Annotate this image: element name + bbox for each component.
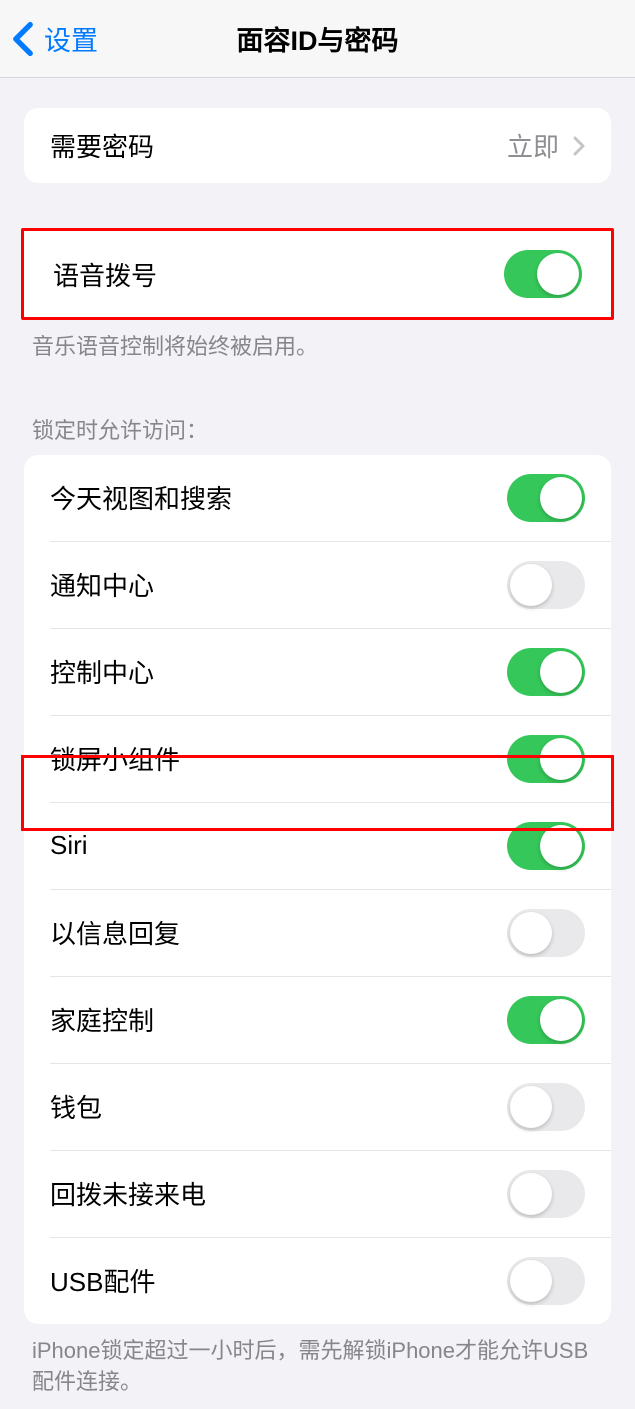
today-view-toggle[interactable] <box>507 474 585 522</box>
control-center-toggle[interactable] <box>507 648 585 696</box>
usb-accessories-toggle[interactable] <box>507 1257 585 1305</box>
usb-footer: iPhone锁定超过一小时后，需先解锁iPhone才能允许USB配件连接。 <box>0 1324 635 1409</box>
page-title: 面容ID与密码 <box>237 19 399 58</box>
notification-center-toggle[interactable] <box>507 561 585 609</box>
require-passcode-group: 需要密码 立即 <box>24 108 611 183</box>
home-control-label: 家庭控制 <box>50 1001 154 1038</box>
usb-accessories-row: USB配件 <box>24 1238 611 1324</box>
require-passcode-value: 立即 <box>507 127 559 164</box>
home-control-toggle[interactable] <box>507 996 585 1044</box>
return-calls-label: 回拨未接来电 <box>50 1175 206 1212</box>
back-label: 设置 <box>44 19 98 58</box>
voice-dial-footer: 音乐语音控制将始终被启用。 <box>0 320 635 375</box>
lock-widgets-row: 锁屏小组件 <box>24 716 611 802</box>
nav-header: 设置 面容ID与密码 <box>0 0 635 78</box>
return-calls-row: 回拨未接来电 <box>24 1151 611 1237</box>
voice-dial-label: 语音拨号 <box>53 256 157 293</box>
siri-toggle[interactable] <box>507 822 585 870</box>
return-calls-toggle[interactable] <box>507 1170 585 1218</box>
require-passcode-row[interactable]: 需要密码 立即 <box>24 108 611 183</box>
notification-center-label: 通知中心 <box>50 566 154 603</box>
control-center-label: 控制中心 <box>50 653 154 690</box>
lock-widgets-toggle[interactable] <box>507 735 585 783</box>
lock-access-header: 锁定时允许访问： <box>0 403 635 455</box>
voice-dial-row: 语音拨号 <box>24 231 611 317</box>
chevron-right-icon <box>573 136 585 156</box>
voice-dial-highlight: 语音拨号 <box>21 228 614 320</box>
home-control-row: 家庭控制 <box>24 977 611 1063</box>
notification-center-row: 通知中心 <box>24 542 611 628</box>
reply-message-row: 以信息回复 <box>24 890 611 976</box>
wallet-row: 钱包 <box>24 1064 611 1150</box>
back-button[interactable]: 设置 <box>0 19 98 58</box>
voice-dial-toggle[interactable] <box>504 250 582 298</box>
usb-accessories-label: USB配件 <box>50 1262 155 1299</box>
today-view-row: 今天视图和搜索 <box>24 455 611 541</box>
today-view-label: 今天视图和搜索 <box>50 479 232 516</box>
lock-widgets-label: 锁屏小组件 <box>50 740 180 777</box>
siri-row: Siri <box>24 803 611 889</box>
siri-label: Siri <box>50 830 88 861</box>
wallet-toggle[interactable] <box>507 1083 585 1131</box>
reply-message-toggle[interactable] <box>507 909 585 957</box>
lock-access-group: 今天视图和搜索 通知中心 控制中心 锁屏小组件 Siri 以信息回复 <box>24 455 611 1324</box>
wallet-label: 钱包 <box>50 1088 102 1125</box>
control-center-row: 控制中心 <box>24 629 611 715</box>
chevron-left-icon <box>12 21 34 57</box>
require-passcode-label: 需要密码 <box>50 127 154 164</box>
reply-message-label: 以信息回复 <box>50 914 180 951</box>
